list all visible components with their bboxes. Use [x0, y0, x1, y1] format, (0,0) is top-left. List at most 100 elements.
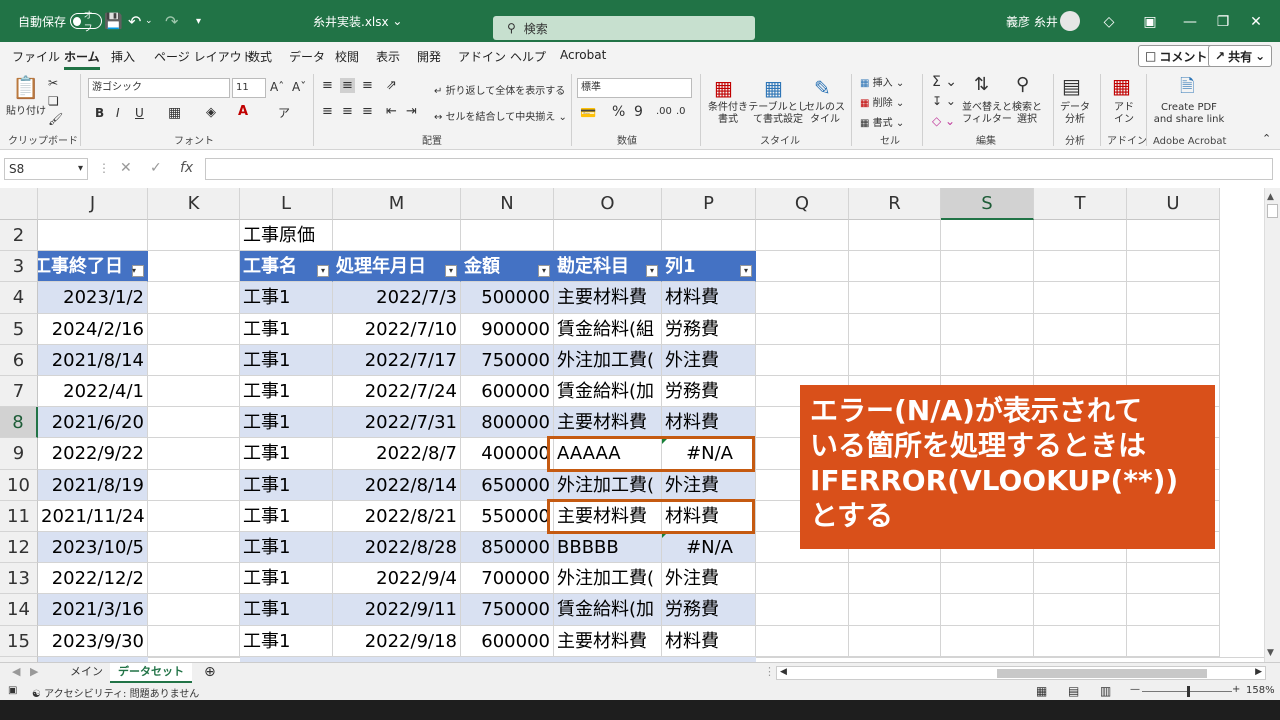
cell-R15[interactable] [849, 625, 941, 657]
cell-Q4[interactable] [756, 282, 849, 314]
cancel-icon[interactable]: ✕ [120, 160, 132, 176]
fill-icon[interactable]: ↧ ⌄ [932, 94, 956, 108]
percent-icon[interactable]: % [612, 104, 625, 120]
tab-formulas[interactable]: 数式 [248, 48, 272, 65]
table-cell[interactable]: 2022/8/14 [333, 469, 461, 501]
table-header-2[interactable]: 処理年月日 ▾ [333, 251, 461, 283]
table-cell[interactable]: 材料費 [662, 282, 756, 314]
customize-qat-icon[interactable]: ▾ [196, 0, 201, 42]
format-table-icon[interactable]: ▦ [764, 76, 790, 102]
cell-S4[interactable] [941, 282, 1034, 314]
table-cell[interactable]: 工事1 [240, 469, 333, 501]
cell-K4[interactable] [148, 282, 240, 314]
cell-j-date[interactable]: 2022/12/2 [38, 563, 148, 595]
cell-U2[interactable] [1127, 220, 1220, 252]
decrease-decimal-icon[interactable]: .0 [676, 106, 686, 117]
cut-icon[interactable]: ✂ [48, 76, 58, 90]
accessibility-status[interactable]: ☯ アクセシビリティ: 問題ありません [32, 685, 199, 700]
cell-K9[interactable] [148, 438, 240, 470]
cell-K8[interactable] [148, 407, 240, 439]
merge-center-button[interactable]: ↔ セルを結合して中央揃え ⌄ [434, 108, 567, 123]
table-cell[interactable]: 労務費 [662, 313, 756, 345]
comment-button[interactable]: □ コメント [1138, 45, 1215, 67]
table-cell[interactable]: 外注加工費( [554, 469, 662, 501]
table-header-3[interactable]: 金額 ▾ [461, 251, 554, 283]
table-cell[interactable]: 工事1 [240, 344, 333, 376]
row-header-2[interactable]: 2 [0, 220, 38, 252]
filter-dropdown-icon[interactable]: ▾ [317, 265, 329, 278]
row-header-11[interactable]: 11 [0, 500, 38, 532]
cell-styles-button[interactable]: セルのスタイル [804, 102, 846, 126]
cell-S5[interactable] [941, 313, 1034, 345]
filter-dropdown-icon[interactable]: ▾ [132, 265, 144, 278]
format-cells-button[interactable]: ▦ 書式 ⌄ [860, 114, 904, 129]
insert-cells-button[interactable]: ▦ 挿入 ⌄ [860, 74, 904, 89]
table-cell[interactable]: 労務費 [662, 594, 756, 626]
normal-view-icon[interactable]: ▦ [1036, 684, 1047, 698]
cell-K5[interactable] [148, 313, 240, 345]
cell-j-date[interactable]: 2021/11/24 [38, 500, 148, 532]
table-cell[interactable]: 2022/8/28 [333, 532, 461, 564]
find-select-icon[interactable]: ⚲ [1016, 74, 1042, 100]
cell-O2[interactable] [554, 220, 662, 252]
cell-U4[interactable] [1127, 282, 1220, 314]
currency-icon[interactable]: 💳 [580, 106, 596, 121]
table-cell[interactable]: 2022/7/10 [333, 313, 461, 345]
table-cell[interactable]: 材料費 [662, 407, 756, 439]
row-header-12[interactable]: 12 [0, 532, 38, 564]
row-header-10[interactable]: 10 [0, 469, 38, 501]
table-cell[interactable]: 工事1 [240, 282, 333, 314]
tab-page-layout[interactable]: ページ レイアウト [154, 48, 254, 65]
cell-S2[interactable] [941, 220, 1034, 252]
table-cell[interactable]: 2022/8/21 [333, 500, 461, 532]
cell-P2[interactable] [662, 220, 756, 252]
cell-U5[interactable] [1127, 313, 1220, 345]
cell-S15[interactable] [941, 625, 1034, 657]
vertical-scroll-thumb[interactable] [1267, 204, 1278, 218]
table-cell[interactable]: 2022/9/18 [333, 625, 461, 657]
minimize-icon[interactable]: — [1180, 12, 1200, 32]
sheet-tab-dataset[interactable]: データセット [110, 663, 192, 683]
addins-icon[interactable]: ▦ [1112, 74, 1138, 100]
tab-insert[interactable]: 挿入 [111, 48, 135, 65]
table-cell[interactable]: 2022/9/4 [333, 563, 461, 595]
copy-icon[interactable]: ❏ [48, 94, 59, 108]
name-box[interactable]: S8 ▾ [4, 158, 88, 180]
cell-R4[interactable] [849, 282, 941, 314]
row-header-9[interactable]: 9 [0, 438, 38, 470]
cell-Q13[interactable] [756, 563, 849, 595]
page-break-view-icon[interactable]: ▥ [1100, 684, 1111, 698]
undo-dropdown-icon[interactable]: ⌄ [145, 0, 153, 42]
create-pdf-icon[interactable]: 🗎 [1180, 74, 1206, 100]
table-cell[interactable]: 労務費 [662, 376, 756, 408]
scroll-tabs-right-icon[interactable]: ▶ [22, 663, 46, 683]
table-cell[interactable]: 2022/9/11 [333, 594, 461, 626]
table-cell[interactable]: 外注加工費( [554, 563, 662, 595]
table-header-4[interactable]: 勘定科目 ▾ [554, 251, 662, 283]
macro-record-icon[interactable]: ▣ [8, 685, 17, 696]
column-header-J[interactable]: J [38, 188, 148, 220]
table-cell[interactable]: 750000 [461, 594, 554, 626]
data-analysis-icon[interactable]: ▤ [1062, 74, 1088, 100]
cell-Q6[interactable] [756, 344, 849, 376]
format-table-button[interactable]: テーブルとして書式設定 [748, 102, 808, 126]
column-header-R[interactable]: R [849, 188, 941, 220]
cell-j-date[interactable]: 2021/6/20 [38, 407, 148, 439]
font-name-select[interactable]: 游ゴシック [88, 78, 230, 98]
table-cell[interactable]: 750000 [461, 344, 554, 376]
table-cell[interactable]: 材料費 [662, 625, 756, 657]
paste-icon[interactable]: 📋 [12, 76, 39, 102]
cell-N2[interactable] [461, 220, 554, 252]
insert-function-icon[interactable]: fx [180, 160, 193, 176]
table-cell[interactable]: 400000 [461, 438, 554, 470]
table-cell[interactable]: 600000 [461, 376, 554, 408]
bold-button[interactable]: B [95, 106, 104, 120]
page-layout-view-icon[interactable]: ▤ [1068, 684, 1079, 698]
table-cell[interactable]: 賃金給料(加 [554, 376, 662, 408]
cell-J2[interactable] [38, 220, 148, 252]
table-cell[interactable]: 外注費 [662, 469, 756, 501]
file-title[interactable]: 糸井実装.xlsx ⌄ [313, 0, 402, 42]
zoom-in-icon[interactable]: + [1232, 684, 1240, 695]
cell-S13[interactable] [941, 563, 1034, 595]
column-header-T[interactable]: T [1034, 188, 1127, 220]
